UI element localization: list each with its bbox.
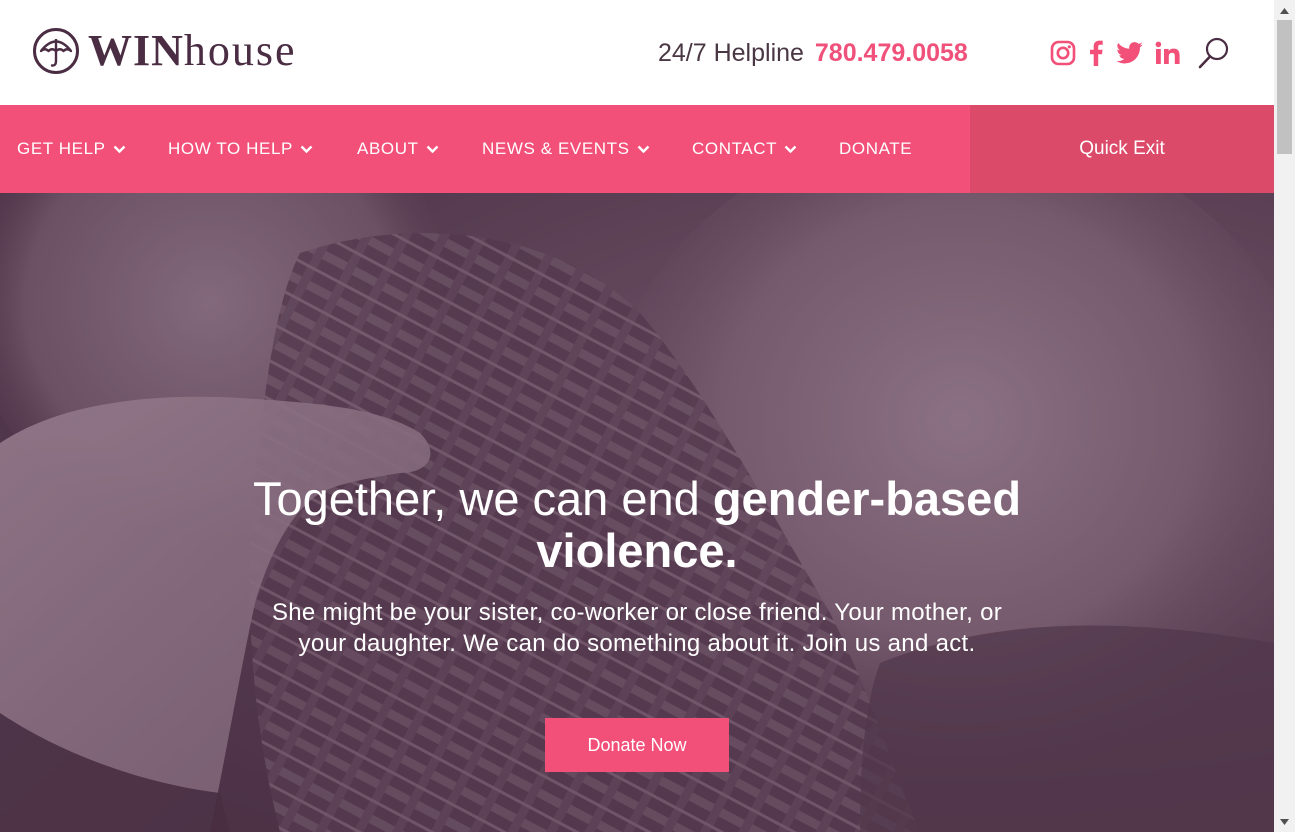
logo-house: house: [183, 26, 297, 75]
chevron-down-icon: [113, 145, 125, 153]
nav-label: ABOUT: [357, 139, 419, 158]
twitter-icon: [1115, 42, 1143, 64]
scroll-down-button[interactable]: [1274, 813, 1295, 830]
linkedin-link[interactable]: [1153, 38, 1183, 68]
site-logo[interactable]: WINhouse: [32, 27, 297, 75]
nav-news-events[interactable]: NEWS & EVENTS: [482, 105, 650, 193]
instagram-link[interactable]: [1049, 38, 1077, 68]
linkedin-icon: [1155, 41, 1180, 64]
nav-label: HOW TO HELP: [168, 139, 293, 158]
chevron-down-icon: [784, 145, 797, 153]
facebook-link[interactable]: [1087, 38, 1105, 68]
search-icon: [1198, 37, 1229, 69]
nav-label: DONATE: [839, 139, 913, 158]
nav-label: CONTACT: [692, 139, 778, 158]
logo-wordmark: WINhouse: [88, 29, 297, 73]
nav-about[interactable]: ABOUT: [357, 105, 439, 193]
scroll-up-button[interactable]: [1274, 2, 1295, 19]
search-button[interactable]: [1197, 36, 1231, 70]
helpline-phone-link[interactable]: 780.479.0058: [815, 39, 968, 67]
chevron-down-icon: [637, 145, 649, 153]
twitter-link[interactable]: [1115, 38, 1143, 68]
nav-how-to-help[interactable]: HOW TO HELP: [168, 105, 313, 193]
social-links: [1049, 38, 1193, 68]
quick-exit-button[interactable]: Quick Exit: [970, 105, 1274, 193]
instagram-icon: [1050, 40, 1076, 66]
site-header: WINhouse 24/7 Helpline 780.479.0058: [0, 0, 1274, 105]
main-nav: GET HELP HOW TO HELP ABOUT NEWS & EVENTS…: [0, 105, 1274, 193]
scrollbar-thumb[interactable]: [1277, 20, 1292, 154]
logo-win: WIN: [88, 26, 184, 75]
arrow-down-icon: [1280, 818, 1289, 825]
helpline: 24/7 Helpline 780.479.0058: [658, 38, 968, 68]
donate-now-button[interactable]: Donate Now: [545, 718, 729, 772]
helpline-label: 24/7 Helpline: [658, 39, 804, 67]
arrow-up-icon: [1280, 7, 1289, 14]
nav-label: GET HELP: [17, 139, 106, 158]
nav-label: NEWS & EVENTS: [482, 139, 630, 158]
nav-get-help[interactable]: GET HELP: [17, 105, 126, 193]
umbrella-icon: [33, 28, 79, 74]
hero-title-light: Together, we can end: [252, 472, 713, 525]
nav-donate[interactable]: DONATE: [839, 105, 912, 193]
hero-subtitle: She might be your sister, co-worker or c…: [271, 599, 1003, 657]
hero-banner: Together, we can end gender-based violen…: [0, 193, 1274, 832]
chevron-down-icon: [426, 145, 438, 153]
chevron-down-icon: [300, 145, 313, 153]
hero-title: Together, we can end gender-based violen…: [237, 473, 1037, 577]
facebook-icon: [1090, 40, 1103, 66]
nav-contact[interactable]: CONTACT: [692, 105, 797, 193]
page-scrollbar[interactable]: [1274, 0, 1295, 832]
